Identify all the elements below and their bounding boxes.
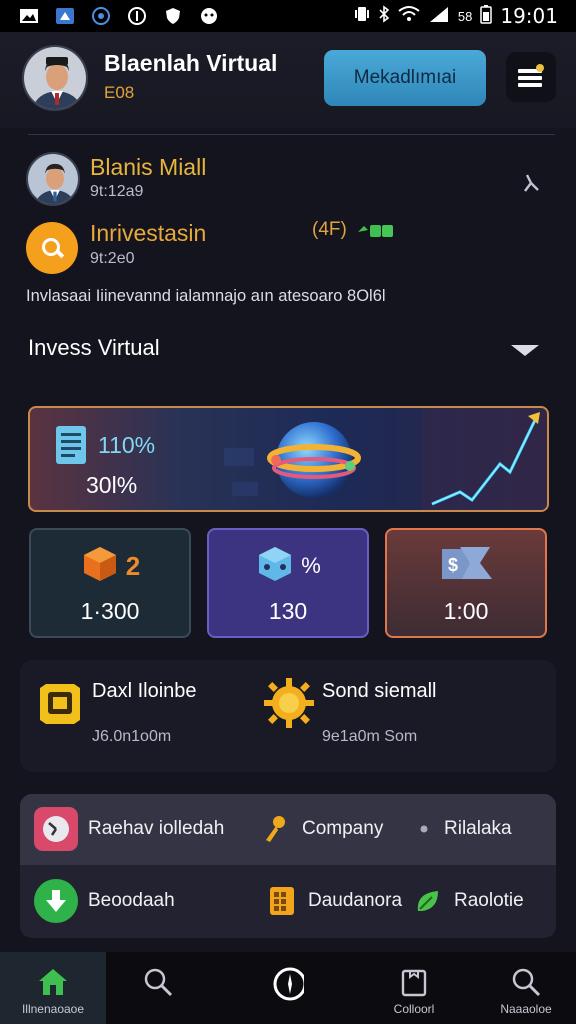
chevron-down-icon[interactable]	[510, 343, 540, 359]
profile-avatar[interactable]	[26, 152, 80, 206]
gallery-icon	[18, 6, 40, 26]
info-icon	[126, 6, 148, 26]
settings-icon	[90, 6, 112, 26]
header-user-code: E08	[104, 83, 135, 102]
app-icon	[54, 6, 76, 26]
header-action-button[interactable]: Mekadlımıai	[324, 50, 486, 106]
search-icon	[510, 966, 542, 998]
cube-icon	[80, 543, 120, 590]
feature-title: Sond siemall	[322, 680, 437, 702]
menu-item[interactable]: Rilalaka	[420, 807, 512, 851]
status-time: 19:01	[500, 4, 558, 28]
menu-item-label: Raehav iolledah	[88, 818, 225, 839]
feature-subtitle: J6.0n1o0m	[92, 728, 172, 745]
profile-name: Blanis Miall	[90, 154, 207, 180]
menu-item-label: Company	[302, 818, 384, 839]
nav-collection-label: Colloorl	[393, 1002, 435, 1016]
feature-panel: Daxl Iloinbe J6.0n1o0m Sond siemall 9e1a…	[20, 660, 556, 772]
card-value: 130	[268, 598, 308, 624]
card-top-text: %	[301, 553, 321, 578]
promo-banner[interactable]: 110% 30l%	[28, 406, 549, 512]
leaf-icon	[414, 879, 444, 923]
document-icon	[54, 422, 90, 468]
app-header: Blaenlah Virtual E08 Mekadlımıai	[0, 32, 576, 128]
home-icon	[37, 966, 69, 998]
stat-card[interactable]: % 130	[207, 528, 369, 638]
nav-search[interactable]	[120, 952, 196, 1024]
bluetooth-icon	[378, 4, 390, 28]
key-icon	[262, 807, 292, 851]
clock-icon	[34, 807, 78, 851]
more-action-icon[interactable]	[518, 170, 544, 196]
investment-title: Inrivestasin	[90, 220, 207, 246]
wifi-icon	[398, 5, 420, 28]
dot-icon	[420, 807, 434, 851]
dice-icon	[255, 543, 295, 590]
card-value: 1·300	[80, 598, 140, 624]
investment-description: Invlasaai Iiinevannd ialamnajo aın ateso…	[26, 287, 386, 305]
card-value: 1:00	[443, 598, 489, 624]
wallet-icon[interactable]	[34, 678, 86, 730]
chat-icon	[198, 6, 220, 26]
investment-search-icon[interactable]	[26, 222, 78, 274]
menu-icon[interactable]	[506, 52, 556, 102]
feature-title: Daxl Iloinbe	[92, 680, 197, 702]
nav-home-label: Illnenaoaoe	[21, 1002, 85, 1016]
bottom-nav: Illnenaoaoe Colloorl Naaaoloe	[0, 952, 576, 1024]
menu-item[interactable]: Company	[262, 807, 383, 851]
clipboard-icon	[398, 966, 430, 998]
stat-card[interactable]: $ 1:00	[385, 528, 547, 638]
menu-item-label: Raolotie	[454, 890, 524, 911]
status-bar: 58 19:01	[0, 0, 576, 32]
banner-subtext: 30l%	[86, 472, 138, 498]
menu-item[interactable]: Beoodaah	[34, 879, 175, 923]
shield-icon	[162, 6, 184, 26]
investment-id: 9t:2e0	[90, 250, 135, 267]
battery-icon	[480, 4, 493, 29]
quick-menu: Raehav iolledah Company Rilalaka Beoodaa…	[20, 794, 556, 938]
signal-icon	[428, 5, 450, 28]
investment-flag-icons	[356, 222, 396, 240]
nav-profile-label: Naaaoloe	[500, 1002, 552, 1016]
nav-home[interactable]: Illnenaoaoe	[0, 952, 106, 1024]
investment-badge: (4F)	[312, 219, 347, 240]
avatar[interactable]	[22, 45, 88, 111]
vibrate-icon	[354, 5, 370, 28]
section-title: Invess Virtual	[28, 335, 160, 360]
svg-text:$: $	[448, 555, 458, 575]
stat-card[interactable]: 2 1·300	[29, 528, 191, 638]
globe-chart-illustration	[224, 408, 547, 510]
menu-item-label: Daudanora	[308, 890, 403, 911]
battery-percent: 58	[457, 8, 473, 24]
profile-id: 9t:12a9	[90, 183, 144, 200]
feature-subtitle: 9e1a0m Som	[322, 728, 418, 745]
nav-center[interactable]	[250, 952, 326, 1024]
menu-item[interactable]: Raehav iolledah	[34, 807, 224, 851]
menu-item-label: Rilalaka	[444, 818, 512, 839]
header-user-name: Blaenlah Virtual	[104, 50, 278, 76]
menu-item-label: Beoodaah	[88, 890, 175, 911]
search-icon	[142, 966, 174, 998]
sun-gear-icon[interactable]	[262, 676, 314, 728]
nav-profile[interactable]: Naaaoloe	[488, 952, 564, 1024]
divider	[28, 134, 555, 135]
menu-item[interactable]: Daudanora	[268, 879, 402, 923]
card-top-text: 2	[125, 550, 141, 581]
banner-rate: 110%	[98, 432, 156, 458]
nav-collection[interactable]: Colloorl	[376, 952, 452, 1024]
download-icon	[34, 879, 78, 923]
dollar-tag-icon: $	[436, 541, 496, 592]
menu-item[interactable]: Raolotie	[414, 879, 524, 923]
compass-icon	[272, 967, 304, 1001]
calculator-icon	[268, 879, 298, 923]
